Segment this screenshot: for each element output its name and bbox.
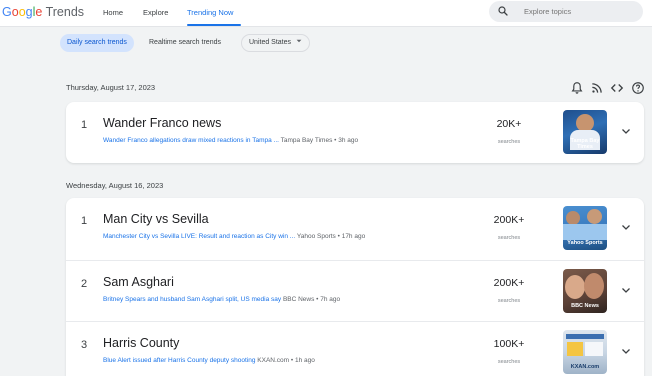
news-thumbnail[interactable]: Yahoo Sports <box>563 206 607 250</box>
logo-letter: G <box>2 5 12 19</box>
bell-icon[interactable] <box>570 81 584 95</box>
realtime-search-trends-chip[interactable]: Realtime search trends <box>142 34 228 52</box>
article-title[interactable]: Blue Alert issued after Harris County de… <box>103 357 255 364</box>
trend-card: 1 Man City vs Sevilla Manchester City vs… <box>66 198 644 376</box>
thumbnail-jersey <box>563 224 607 240</box>
article-title[interactable]: Britney Spears and husband Sam Asghari s… <box>103 296 281 303</box>
logo-letter: e <box>35 5 43 19</box>
trend-article[interactable]: Manchester City vs Sevilla LIVE: Result … <box>103 233 365 240</box>
news-thumbnail[interactable]: KXAN.com <box>563 330 607 374</box>
logo-letter: g <box>25 5 33 19</box>
filter-bar: Daily search trends Realtime search tren… <box>0 28 652 58</box>
chevron-down-icon[interactable] <box>620 221 632 233</box>
thumbnail-banner <box>566 334 604 339</box>
nav-explore[interactable]: Explore <box>143 8 168 17</box>
news-thumbnail[interactable]: BBC News <box>563 269 607 313</box>
thumbnail-person <box>584 273 604 299</box>
date-heading: Wednesday, August 16, 2023 <box>66 181 164 190</box>
search-count: 200K+ <box>493 214 525 226</box>
trend-title[interactable]: Wander Franco news <box>103 116 221 130</box>
trend-row[interactable]: 3 Harris County Blue Alert issued after … <box>66 321 644 376</box>
trend-title[interactable]: Sam Asghari <box>103 275 174 289</box>
rss-icon[interactable] <box>590 81 604 95</box>
trend-rank: 2 <box>81 278 88 290</box>
thumbnail-caption: Tampa Bay Times <box>570 138 600 150</box>
trend-article[interactable]: Wander Franco allegations draw mixed rea… <box>103 137 358 144</box>
trend-rank: 3 <box>81 339 88 351</box>
help-icon[interactable] <box>631 81 645 95</box>
date-heading: Thursday, August 17, 2023 <box>66 83 156 92</box>
trend-article[interactable]: Blue Alert issued after Harris County de… <box>103 357 315 364</box>
thumbnail-person <box>566 211 580 225</box>
trend-title[interactable]: Harris County <box>103 336 179 350</box>
search-input[interactable] <box>524 5 634 18</box>
logo-letter: o <box>11 5 19 19</box>
trend-article[interactable]: Britney Spears and husband Sam Asghari s… <box>103 296 340 303</box>
search-count: 20K+ <box>496 118 522 130</box>
article-source: KXAN.com • 1h ago <box>257 357 315 364</box>
search-count-label: searches <box>497 359 521 365</box>
search-box[interactable] <box>489 1 643 22</box>
thumbnail-caption: Yahoo Sports <box>567 240 603 246</box>
article-source: Tampa Bay Times • 3h ago <box>280 137 359 144</box>
article-source: BBC News • 7h ago <box>282 296 341 303</box>
chevron-down-icon[interactable] <box>620 125 632 137</box>
news-thumbnail[interactable]: Tampa Bay Times <box>563 110 607 154</box>
search-icon[interactable] <box>497 5 509 17</box>
search-count: 100K+ <box>493 338 525 350</box>
search-count-label: searches <box>497 139 521 145</box>
article-title[interactable]: Manchester City vs Sevilla LIVE: Result … <box>103 233 295 240</box>
dropdown-arrow-icon <box>296 39 302 43</box>
embed-code-icon[interactable] <box>610 81 624 95</box>
thumbnail-caption: BBC News <box>571 303 599 309</box>
chevron-down-icon[interactable] <box>620 284 632 296</box>
nav-trending-now[interactable]: Trending Now <box>187 8 233 17</box>
daily-search-trends-chip[interactable]: Daily search trends <box>60 34 134 52</box>
search-count: 200K+ <box>493 277 525 289</box>
search-count-label: searches <box>497 235 521 241</box>
logo-letter: o <box>18 5 26 19</box>
article-source: Yahoo Sports • 17h ago <box>296 233 366 240</box>
chevron-down-icon[interactable] <box>620 345 632 357</box>
trend-card: 1 Wander Franco news Wander Franco alleg… <box>66 102 644 163</box>
thumbnail-person <box>565 275 585 299</box>
thumbnail-caption: KXAN.com <box>570 364 600 370</box>
country-label: United States <box>249 39 292 46</box>
thumbnail-graphic <box>585 342 603 356</box>
logo-trends-text: Trends <box>45 5 85 19</box>
trend-title[interactable]: Man City vs Sevilla <box>103 212 209 226</box>
trend-rank: 1 <box>81 119 88 131</box>
nav-home[interactable]: Home <box>103 8 123 17</box>
thumbnail-graphic <box>567 342 583 356</box>
country-dropdown[interactable]: United States <box>241 34 310 52</box>
trend-row[interactable]: 1 Man City vs Sevilla Manchester City vs… <box>66 198 644 259</box>
google-trends-logo[interactable]: Google Trends <box>2 5 84 19</box>
active-tab-indicator <box>187 24 241 26</box>
top-bar: Google Trends Home Explore Trending Now <box>0 0 652 27</box>
thumbnail-person <box>587 209 602 224</box>
trend-row[interactable]: 1 Wander Franco news Wander Franco alleg… <box>66 102 644 163</box>
trend-row[interactable]: 2 Sam Asghari Britney Spears and husband… <box>66 260 644 321</box>
search-count-label: searches <box>497 298 521 304</box>
article-title[interactable]: Wander Franco allegations draw mixed rea… <box>103 137 279 144</box>
trend-rank: 1 <box>81 215 88 227</box>
